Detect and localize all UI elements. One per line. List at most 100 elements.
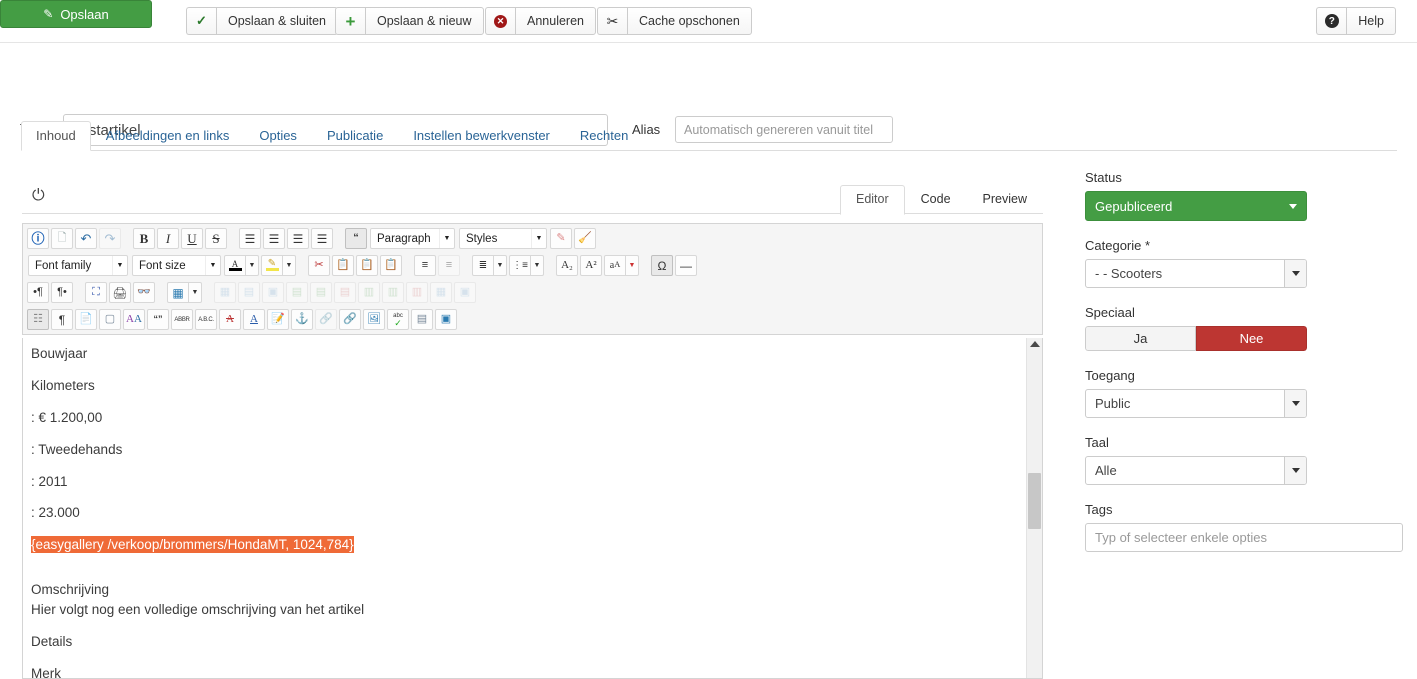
category-select[interactable]: - - Scooters xyxy=(1085,259,1307,288)
attributes-icon[interactable]: 📝 xyxy=(267,309,289,330)
show-invisible-characters-icon[interactable]: ¶ xyxy=(51,309,73,330)
featured-yes-button[interactable]: Ja xyxy=(1085,326,1196,351)
delete-table-icon[interactable]: ▦ xyxy=(214,282,236,303)
bullet-list-split[interactable]: ⋮≡ ▼ xyxy=(509,255,544,276)
font-family-select[interactable]: Font family ▼ xyxy=(28,255,128,276)
print-icon[interactable]: 🖨 xyxy=(109,282,131,303)
undo-icon[interactable]: ↶ xyxy=(75,228,97,249)
unlink-icon[interactable]: 🔗 xyxy=(315,309,337,330)
spellcheck-split[interactable]: aA ▼ xyxy=(604,255,639,276)
insert-column-after-icon[interactable]: ▥ xyxy=(382,282,404,303)
merge-cells-icon[interactable]: ▣ xyxy=(454,282,476,303)
text-color-icon[interactable]: A xyxy=(224,255,246,276)
visual-aid-icon[interactable]: ☷ xyxy=(27,309,49,330)
chevron-down-icon[interactable]: ▼ xyxy=(246,255,259,276)
template-icon[interactable]: ▣ xyxy=(435,309,457,330)
editor-scrollbar[interactable] xyxy=(1026,338,1042,678)
insert-row-after-icon[interactable]: ▤ xyxy=(310,282,332,303)
copy-icon[interactable]: 📋 xyxy=(332,255,354,276)
save-and-close-button[interactable]: ✓ Opslaan & sluiten xyxy=(186,7,338,35)
chevron-down-icon[interactable]: ▼ xyxy=(494,255,507,276)
paste-as-text-icon[interactable]: 📋 xyxy=(380,255,402,276)
save-and-new-button[interactable]: + Opslaan & nieuw xyxy=(335,7,484,35)
remove-format-eraser-icon[interactable]: ✎ xyxy=(550,228,572,249)
tab-inhoud[interactable]: Inhoud xyxy=(21,121,91,151)
read-more-icon[interactable]: ▢ xyxy=(99,309,121,330)
page-break-icon[interactable]: 📄 xyxy=(75,309,97,330)
blockquote-icon[interactable]: “ xyxy=(345,228,367,249)
search-binoculars-icon[interactable]: 👓 xyxy=(133,282,155,303)
text-replace-icon[interactable]: aA xyxy=(604,255,626,276)
numbered-list-split[interactable]: ≣ ▼ xyxy=(472,255,507,276)
underline-icon[interactable]: U xyxy=(181,228,203,249)
cancel-button[interactable]: ✕ Annuleren xyxy=(485,7,596,35)
scrollbar-thumb[interactable] xyxy=(1028,473,1041,529)
tab-publicatie[interactable]: Publicatie xyxy=(312,121,398,151)
anchor-icon[interactable]: ⚓ xyxy=(291,309,313,330)
insert-table-icon[interactable]: ▦ xyxy=(167,282,189,303)
table-row-properties-icon[interactable]: ▤ xyxy=(238,282,260,303)
italic-icon[interactable]: I xyxy=(157,228,179,249)
numbered-list-icon[interactable]: ≣ xyxy=(472,255,494,276)
help-icon[interactable]: ⓘ xyxy=(27,228,49,249)
align-justify-icon[interactable]: ☰ xyxy=(239,228,261,249)
align-right-icon[interactable]: ☰ xyxy=(311,228,333,249)
indent-icon[interactable]: ≡ xyxy=(414,255,436,276)
delete-column-icon[interactable]: ▥ xyxy=(406,282,428,303)
tab-afbeeldingen-en-links[interactable]: Afbeeldingen en links xyxy=(91,121,245,151)
acronym-icon[interactable]: A.B.C. xyxy=(195,309,217,330)
cut-scissors-icon[interactable]: ✂ xyxy=(308,255,330,276)
insert-text-icon[interactable]: A xyxy=(243,309,265,330)
insert-column-before-icon[interactable]: ▥ xyxy=(358,282,380,303)
align-left-icon[interactable]: ☰ xyxy=(287,228,309,249)
help-button[interactable]: ? Help xyxy=(1316,7,1396,35)
tab-instellen-bewerkvenster[interactable]: Instellen bewerkvenster xyxy=(398,121,565,151)
tab-editor[interactable]: Editor xyxy=(839,184,905,215)
tab-preview[interactable]: Preview xyxy=(967,185,1043,216)
table-cell-properties-icon[interactable]: ▣ xyxy=(262,282,284,303)
new-document-icon[interactable]: 🗋 xyxy=(51,228,73,249)
subscript-icon[interactable]: A₂ xyxy=(556,255,578,276)
highlight-color-icon[interactable]: ✎ xyxy=(261,255,283,276)
language-select[interactable]: Alle xyxy=(1085,456,1307,485)
featured-toggle[interactable]: Ja Nee xyxy=(1085,326,1307,351)
bold-icon[interactable]: B xyxy=(133,228,155,249)
spellchecker-icon[interactable]: abc ✓ xyxy=(387,309,409,330)
chevron-down-icon[interactable]: ▼ xyxy=(189,282,202,303)
status-select[interactable]: Gepubliceerd xyxy=(1085,191,1307,221)
outdent-icon[interactable]: ≡ xyxy=(438,255,460,276)
tab-rechten[interactable]: Rechten xyxy=(565,121,643,151)
block-format-select[interactable]: Paragraph ▼ xyxy=(370,228,455,249)
abbreviation-icon[interactable]: ABBR xyxy=(171,309,193,330)
cleanup-brush-icon[interactable]: 🧹 xyxy=(574,228,596,249)
split-cells-icon[interactable]: ▦ xyxy=(430,282,452,303)
tab-opties[interactable]: Opties xyxy=(244,121,312,151)
chevron-down-icon[interactable]: ▼ xyxy=(283,255,296,276)
insert-image-icon[interactable]: 🖼 xyxy=(363,309,385,330)
align-center-icon[interactable]: ☰ xyxy=(263,228,285,249)
superscript-icon[interactable]: A² xyxy=(580,255,602,276)
link-icon[interactable]: 🔗 xyxy=(339,309,361,330)
quotation-marks-icon[interactable]: “” xyxy=(147,309,169,330)
special-character-omega-icon[interactable]: Ω xyxy=(651,255,673,276)
ltr-direction-icon[interactable]: •¶ xyxy=(27,282,49,303)
font-size-select[interactable]: Font size ▼ xyxy=(132,255,221,276)
power-toggle-editor-icon[interactable]: ⏻ xyxy=(32,187,45,205)
save-button[interactable]: ✎ Opslaan xyxy=(0,0,152,28)
fullscreen-icon[interactable]: ⛶ xyxy=(85,282,107,303)
redo-icon[interactable]: ↷ xyxy=(99,228,121,249)
chevron-down-icon[interactable]: ▼ xyxy=(626,255,639,276)
featured-no-button[interactable]: Nee xyxy=(1196,326,1307,351)
chevron-down-icon[interactable]: ▼ xyxy=(531,255,544,276)
table-split[interactable]: ▦ ▼ xyxy=(167,282,202,303)
background-color-split[interactable]: ✎ ▼ xyxy=(261,255,296,276)
editor-text-content[interactable]: Bouwjaar Kilometers : € 1.200,00 : Tweed… xyxy=(23,338,1026,678)
text-style-icon[interactable]: AA xyxy=(123,309,145,330)
delete-text-icon[interactable]: A xyxy=(219,309,241,330)
strikethrough-icon[interactable]: S xyxy=(205,228,227,249)
paste-icon[interactable]: 📋 xyxy=(356,255,378,276)
insert-horizontal-line-icon[interactable]: ▤ xyxy=(411,309,433,330)
tags-input[interactable] xyxy=(1085,523,1403,552)
bullet-list-icon[interactable]: ⋮≡ xyxy=(509,255,531,276)
access-select[interactable]: Public xyxy=(1085,389,1307,418)
